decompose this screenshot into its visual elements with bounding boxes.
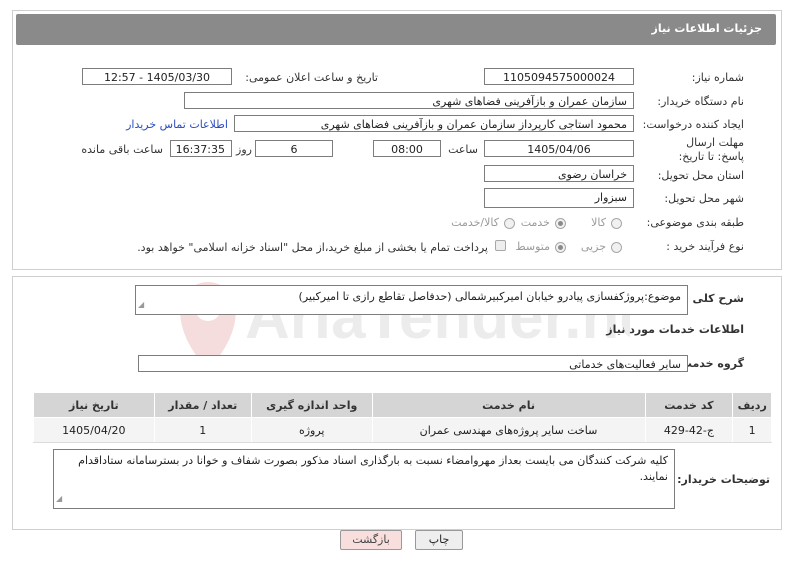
process-option-medium: متوسط [515,240,550,253]
treasury-checkbox[interactable] [495,240,506,251]
category-option-goods: کالا [591,216,606,229]
buyer-notes-label: توضیحات خریدار: [677,473,770,486]
page-title: جزئیات اطلاعات نیاز [651,22,763,35]
cell-qty: 1 [153,417,252,443]
buyer-notes-textarea[interactable]: کلیه شرکت کنندگان می بایست بعداز مهروامض… [53,449,675,509]
need-number-label: شماره نیاز: [691,71,744,84]
remaining-time-field[interactable]: 16:37:35 [170,140,232,157]
print-button[interactable]: چاپ [415,530,463,550]
time-label: ساعت [448,143,478,156]
services-table: ردیف کد خدمت نام خدمت واحد اندازه گیری ت… [33,392,772,443]
deadline-date-field[interactable]: 1405/04/06 [484,140,634,157]
cell-date: 1405/04/20 [33,417,155,443]
table-header-row: ردیف کد خدمت نام خدمت واحد اندازه گیری ت… [33,392,772,418]
category-radio-service[interactable] [555,218,566,229]
buyer-notes-text: کلیه شرکت کنندگان می بایست بعداز مهروامض… [78,454,668,483]
process-radio-minor[interactable] [611,242,622,253]
remaining-label: ساعت باقی مانده [81,143,163,156]
buyer-org-label: نام دستگاه خریدار: [657,95,744,108]
need-number-field[interactable]: 1105094575000024 [484,68,634,85]
announce-field[interactable]: 1405/03/30 - 12:57 [82,68,232,85]
services-section-title: اطلاعات خدمات مورد نیاز [606,323,744,336]
col-unit: واحد اندازه گیری [250,392,373,418]
process-radio-medium[interactable] [555,242,566,253]
col-qty: تعداد / مقدار [153,392,252,418]
province-field[interactable]: خراسان رضوی [484,165,634,182]
summary-text: موضوع:پروژکفسازی پیادرو خیابان امیرکبیرش… [298,290,681,303]
resize-grip-icon: ◢ [56,494,63,503]
back-button[interactable]: بازگشت [340,530,402,550]
cell-row: 1 [732,417,772,443]
category-radio-goods-service[interactable] [504,218,515,229]
summary-textarea[interactable]: موضوع:پروژکفسازی پیادرو خیابان امیرکبیرش… [135,285,688,315]
city-label: شهر محل تحویل: [664,192,744,205]
payment-note: پرداخت تمام یا بخشی از مبلغ خرید،از محل … [137,241,488,254]
category-option-service: خدمت [520,216,550,229]
buyer-org-field[interactable]: سازمان عمران و بازآفرینی فضاهای شهری [184,92,634,109]
province-label: استان محل تحویل: [657,169,744,182]
requester-label: ایجاد کننده درخواست: [642,118,744,131]
col-date: تاریخ نیاز [33,392,155,418]
col-name: نام خدمت [371,392,646,418]
process-label: نوع فرآیند خرید : [666,240,744,253]
cell-code: ج-42-429 [644,417,734,443]
deadline-time-field[interactable]: 08:00 [373,140,441,157]
deadline-label: مهلت ارسال پاسخ: تا تاریخ: [678,136,744,163]
header-bar: جزئیات اطلاعات نیاز [16,14,776,45]
category-label: طبقه بندی موضوعی: [646,216,744,229]
cell-unit: پروژه [250,417,373,443]
process-option-minor: جزیی [580,240,606,253]
announce-label: تاریخ و ساعت اعلان عمومی: [245,71,378,84]
contact-info-link[interactable]: اطلاعات تماس خریدار [126,118,228,131]
category-option-goods-service: کالا/خدمت [451,216,499,229]
resize-grip-icon: ◢ [138,300,145,309]
table-row[interactable]: 1 ج-42-429 ساخت سایر پروژه‌های مهندسی عم… [33,417,772,443]
city-field[interactable]: سبزوار [484,188,634,208]
days-field[interactable]: 6 [255,140,333,157]
category-radio-goods[interactable] [611,218,622,229]
col-code: کد خدمت [644,392,734,418]
col-row: ردیف [732,392,772,418]
requester-field[interactable]: محمود استاجی کارپرداز سازمان عمران و باز… [234,115,634,132]
cell-name: ساخت سایر پروژه‌های مهندسی عمران [371,417,646,443]
service-group-field[interactable]: سایر فعالیت‌های خدماتی [138,355,688,372]
